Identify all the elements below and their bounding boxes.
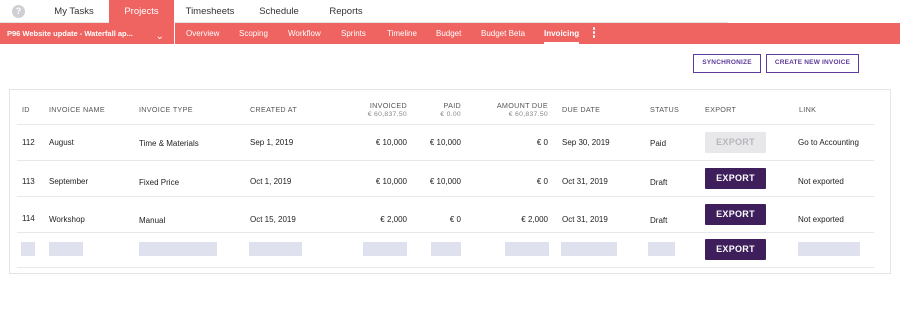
cell-due-date: Oct 31, 2019 [562, 215, 608, 224]
cell-invoiced: € 10,000 [375, 177, 407, 186]
tab-invoicing[interactable]: Invoicing [544, 23, 580, 44]
divider [17, 160, 874, 161]
cell-paid: € 10,000 [429, 138, 461, 147]
status-badge: Paid [650, 139, 667, 148]
cell-paid: € 10,000 [429, 177, 461, 186]
go-to-accounting-link[interactable]: Go to Accounting [798, 138, 859, 147]
column-header-status: STATUS [650, 105, 680, 114]
tab-overview[interactable]: Overview [186, 23, 219, 44]
column-header-paid: PAID € 0.00 [413, 101, 461, 118]
cell-created-at: Oct 15, 2019 [250, 215, 296, 224]
skeleton-cell [363, 242, 407, 256]
cell-link: Not exported [798, 177, 844, 186]
skeleton-cell [798, 242, 860, 256]
skeleton-cell [21, 242, 35, 256]
column-header-link: LINK [799, 105, 817, 114]
cell-link: Not exported [798, 215, 844, 224]
cell-due-date: Sep 30, 2019 [562, 138, 610, 147]
more-options-icon[interactable] [591, 27, 597, 40]
tab-budget[interactable]: Budget [436, 23, 461, 44]
cell-amount-due: € 0 [536, 177, 548, 186]
tab-timeline[interactable]: Timeline [387, 23, 417, 44]
project-selector-label: P96 Website update - Waterfall ap... [7, 29, 133, 38]
tab-workflow[interactable]: Workflow [288, 23, 321, 44]
cell-invoice-type: Fixed Price [139, 178, 180, 187]
skeleton-cell [431, 242, 461, 256]
invoiced-total: € 60,837.50 [367, 111, 407, 118]
project-bar: P96 Website update - Waterfall ap... ⌄ O… [0, 23, 900, 44]
cell-due-date: Oct 31, 2019 [562, 177, 608, 186]
cell-invoice-name[interactable]: September [49, 177, 88, 186]
divider [17, 232, 874, 233]
amount-due-total: € 60,837.50 [508, 111, 548, 118]
project-selector[interactable]: P96 Website update - Waterfall ap... ⌄ [0, 23, 175, 44]
export-button[interactable]: EXPORT [705, 239, 766, 260]
nav-tab-timesheets[interactable]: Timesheets [175, 0, 245, 23]
nav-tab-projects[interactable]: Projects [109, 0, 174, 23]
skeleton-cell [505, 242, 549, 256]
column-header-invoice-name: INVOICE NAME [49, 105, 105, 114]
cell-amount-due: € 0 [536, 138, 548, 147]
column-header-created-at: CREATED AT [250, 105, 298, 114]
nav-tab-reports[interactable]: Reports [318, 0, 374, 23]
tab-budget-beta[interactable]: Budget Beta [481, 23, 525, 44]
cell-paid: € 0 [449, 215, 461, 224]
cell-created-at: Sep 1, 2019 [250, 138, 294, 147]
divider [17, 124, 874, 125]
column-header-id: ID [22, 105, 30, 114]
logo-icon[interactable]: ? [12, 5, 25, 18]
column-header-invoice-type: INVOICE TYPE [139, 105, 193, 114]
cell-id: 113 [22, 177, 35, 186]
synchronize-button[interactable]: SYNCHRONIZE [693, 54, 761, 73]
skeleton-cell [49, 242, 83, 256]
skeleton-cell [139, 242, 217, 256]
cell-invoice-type: Manual [139, 216, 166, 225]
column-header-invoiced: INVOICED € 60,837.50 [346, 101, 407, 118]
column-header-due-date: DUE DATE [562, 105, 601, 114]
tab-sprints[interactable]: Sprints [341, 23, 366, 44]
paid-total: € 0.00 [440, 111, 461, 118]
divider [17, 196, 874, 197]
cell-invoice-name[interactable]: August [49, 138, 74, 147]
nav-tab-schedule[interactable]: Schedule [249, 0, 309, 23]
cell-amount-due: € 2,000 [521, 215, 548, 224]
cell-id: 114 [22, 214, 35, 223]
cell-id: 112 [22, 138, 35, 147]
cell-invoice-name[interactable]: Workshop [49, 215, 85, 224]
paid-label: PAID [443, 101, 461, 110]
invoiced-label: INVOICED [369, 101, 407, 110]
column-header-export: EXPORT [705, 105, 737, 114]
export-button[interactable]: EXPORT [705, 168, 766, 189]
create-new-invoice-button[interactable]: CREATE NEW INVOICE [766, 54, 859, 73]
nav-tab-my-tasks[interactable]: My Tasks [38, 0, 110, 23]
cell-invoiced: € 10,000 [375, 138, 407, 147]
skeleton-cell [249, 242, 302, 256]
export-button[interactable]: EXPORT [705, 204, 766, 225]
cell-invoice-type: Time & Materials [139, 139, 199, 148]
chevron-down-icon: ⌄ [155, 31, 164, 42]
export-button[interactable]: EXPORT [705, 132, 766, 153]
top-navigation: ? My Tasks Projects Timesheets Schedule … [0, 0, 728, 23]
status-badge: Draft [650, 216, 668, 225]
status-badge: Draft [650, 178, 668, 187]
cell-created-at: Oct 1, 2019 [250, 177, 292, 186]
divider [17, 267, 874, 268]
skeleton-cell [561, 242, 617, 256]
column-header-amount-due: AMOUNT DUE € 60,837.50 [478, 101, 548, 118]
cell-invoiced: € 2,000 [380, 215, 407, 224]
skeleton-cell [648, 242, 675, 256]
amount-due-label: AMOUNT DUE [496, 101, 548, 110]
tab-scoping[interactable]: Scoping [239, 23, 268, 44]
